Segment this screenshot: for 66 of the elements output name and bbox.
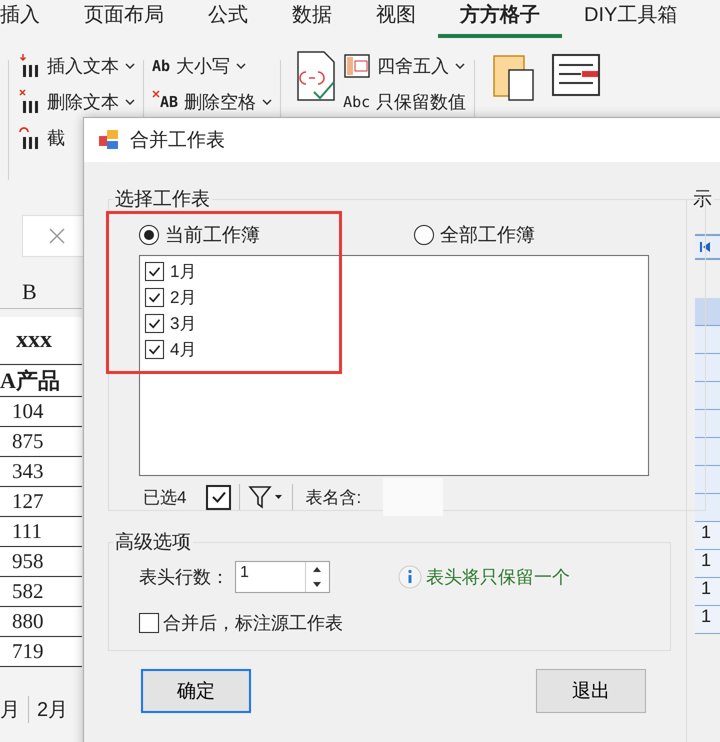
checkbox[interactable] <box>139 613 159 633</box>
dialog-button[interactable]: 退出 <box>536 669 646 713</box>
name-filter-label: 表名含: <box>305 486 362 508</box>
checkbox[interactable] <box>145 314 164 333</box>
checkbox[interactable] <box>145 288 164 307</box>
sheet-name: 4月 <box>170 339 196 361</box>
ribbon-button[interactable]: Ab 大小写 <box>152 52 272 80</box>
table-cell: 111 <box>0 517 82 547</box>
sheet-name: 3月 <box>170 313 196 335</box>
group-title: 选择工作表 <box>114 188 211 212</box>
ribbon-tab[interactable]: 页面布局 <box>62 0 186 38</box>
radio-option[interactable]: 全部工作簿 <box>414 222 689 248</box>
sheet-tab[interactable]: 2月 <box>28 696 76 722</box>
table-cell: 343 <box>0 457 82 487</box>
grid-icon <box>343 53 372 79</box>
ribbon-button[interactable]: 删除文本 <box>17 88 135 116</box>
text-tool-icon <box>17 53 41 79</box>
hint-text: 表头将只保留一个 <box>426 566 570 589</box>
ribbon-tab[interactable]: 视图 <box>354 0 438 38</box>
sheet-name: 1月 <box>170 261 196 283</box>
dialog-title: 合并工作表 <box>130 129 225 153</box>
cross-icon <box>152 90 160 98</box>
preview-cell: 1 <box>695 550 720 578</box>
table-cell: 104 <box>0 397 82 427</box>
table-cell: 880 <box>0 607 82 637</box>
app-icon <box>98 129 120 151</box>
ribbon-tab[interactable]: 数据 <box>270 0 354 38</box>
text-tool-icon <box>17 125 41 151</box>
checkbox[interactable] <box>145 340 164 359</box>
select-all-checkbox[interactable] <box>206 484 232 510</box>
sheet-tab[interactable]: 月 <box>0 696 28 722</box>
group-title: 示 <box>692 188 713 212</box>
first-page-icon[interactable] <box>699 240 711 254</box>
preview-cell: 1 <box>695 606 720 634</box>
preview-cell: 1 <box>695 522 720 550</box>
filter-icon[interactable] <box>248 485 284 509</box>
column-header: B <box>0 275 82 309</box>
table-cell: 875 <box>0 427 82 457</box>
name-filter-field[interactable] <box>383 478 444 516</box>
header-rows-spinner[interactable]: 1 <box>235 561 330 593</box>
ribbon-button[interactable]: Abc 只保留数值 <box>343 88 466 116</box>
close-icon <box>48 227 66 245</box>
info-icon <box>398 565 422 589</box>
table-cell: 719 <box>0 637 82 667</box>
table-cell: 127 <box>0 487 82 517</box>
ribbon-tab[interactable]: 插入 <box>0 0 62 38</box>
preview-cell: 1 <box>695 578 720 606</box>
table-cell: 582 <box>0 577 82 607</box>
ribbon-tab[interactable]: 公式 <box>186 0 270 38</box>
ribbon-button[interactable]: 四舍五入 <box>343 52 466 80</box>
group-title: 高级选项 <box>114 531 192 555</box>
ribbon-tab[interactable]: 方方格子 <box>438 0 562 38</box>
table-cell: xxx <box>0 317 82 365</box>
ribbon-button[interactable]: 插入文本 <box>17 52 135 80</box>
table-cell: A产品 <box>0 365 82 397</box>
sheet-name: 2月 <box>170 287 196 309</box>
checkbox[interactable] <box>145 262 164 281</box>
header-rows-label: 表头行数： <box>139 566 229 589</box>
text-tool-icon <box>17 89 41 115</box>
ribbon-button[interactable]: AB 删除空格 <box>152 88 272 116</box>
radio-option[interactable]: 当前工作簿 <box>139 222 414 248</box>
checkbox-label: 合并后，标注源工作表 <box>163 612 343 635</box>
dialog-button[interactable]: 确定 <box>141 669 251 713</box>
selected-count: 已选4 <box>143 486 186 508</box>
ribbon-tab[interactable]: DIY工具箱 <box>562 0 700 38</box>
table-cell: 958 <box>0 547 82 577</box>
